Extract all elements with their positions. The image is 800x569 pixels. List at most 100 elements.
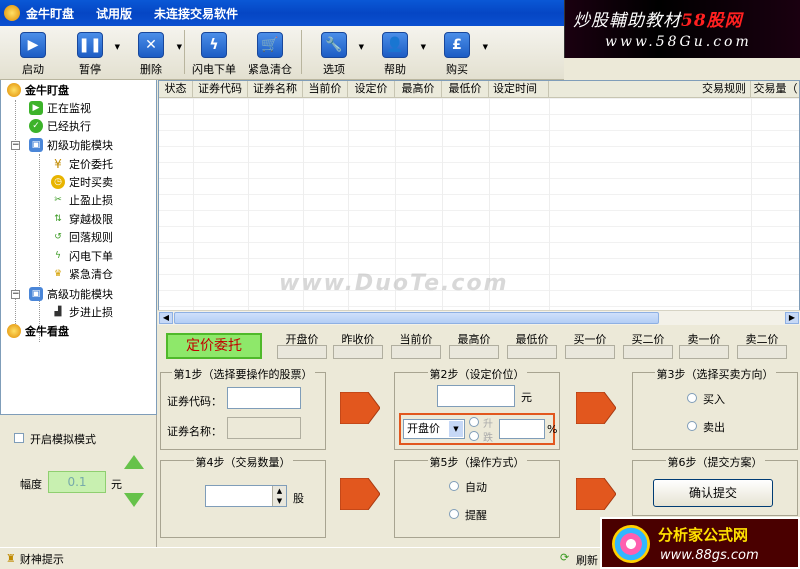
col-set-price[interactable]: 设定价 <box>348 81 395 97</box>
banner-ad[interactable]: 炒股輔助教材58股网 www.58Gu.com <box>564 0 800 58</box>
quote-box-prev-close <box>333 345 383 359</box>
tree-item-monitoring[interactable]: ▶ 正在监视 <box>29 99 91 117</box>
flash-order-button[interactable]: ϟ 闪电下单 <box>187 26 241 78</box>
refresh-icon[interactable]: ⟳ <box>560 551 569 564</box>
delete-dropdown-icon[interactable]: ▼ <box>177 43 182 51</box>
person-icon: 👤 <box>382 32 408 58</box>
quantity-stepper[interactable]: ▲ ▼ <box>205 485 287 507</box>
auto-label: 自动 <box>465 481 487 494</box>
tips-label[interactable]: 财神提示 <box>20 551 64 567</box>
increase-arrow-icon[interactable] <box>124 455 144 469</box>
sim-mode-checkbox[interactable] <box>14 433 24 443</box>
collapse-icon[interactable]: − <box>11 290 20 299</box>
simulation-panel: 开启模拟模式 幅度 0.1 元 <box>0 415 157 547</box>
code-label: 证券代码： <box>167 395 222 408</box>
refresh-label[interactable]: 刷新 <box>576 552 598 568</box>
step2-title: 第2步（设定价位） <box>427 368 527 381</box>
tree-item-step-stop-loss[interactable]: ▟ 步进止损 <box>51 303 113 321</box>
wrench-icon: 🔧 <box>321 32 347 58</box>
delete-icon: ✕ <box>138 32 164 58</box>
tree-item-timed-trade[interactable]: ◷ 定时买卖 <box>51 173 113 191</box>
range-input[interactable]: 0.1 <box>48 471 106 493</box>
tree-item-pullback-rule[interactable]: ↺ 回落规则 <box>51 228 113 246</box>
remind-radio[interactable] <box>449 509 459 519</box>
tree-group-advanced[interactable]: ▣ 高级功能模块 <box>29 285 113 303</box>
step4-title: 第4步（交易数量） <box>193 456 293 469</box>
tree-item-flash-order[interactable]: ϟ 闪电下单 <box>51 247 113 265</box>
quote-box-open <box>277 345 327 359</box>
tree-root-watch[interactable]: 金牛看盘 <box>7 322 69 340</box>
tree-item-executed[interactable]: ✓ 已经执行 <box>29 117 91 135</box>
help-button[interactable]: 👤 帮助 ▼ <box>364 26 426 78</box>
tree-item-emergency-clear[interactable]: ♛ 紧急清仓 <box>51 265 113 283</box>
auto-radio[interactable] <box>449 481 459 491</box>
quote-box-ask1 <box>679 345 729 359</box>
col-volume[interactable]: 交易量（ <box>751 81 799 97</box>
pause-button[interactable]: ❚❚ 暂停 ▼ <box>60 26 120 78</box>
decrease-arrow-icon[interactable] <box>124 493 144 507</box>
submit-button[interactable]: 确认提交 <box>653 479 773 507</box>
connection-status: 未连接交易软件 <box>154 6 239 21</box>
fall-radio[interactable] <box>469 431 479 441</box>
toolbar-separator <box>301 30 302 74</box>
ad-url: www.88gs.com <box>660 548 759 563</box>
banner-line1: 炒股輔助教材58股网 <box>573 11 743 31</box>
step3-panel: 第3步（选择买卖方向） 买入 卖出 <box>632 368 798 450</box>
price-input[interactable] <box>437 385 515 407</box>
quote-box-current <box>391 345 441 359</box>
col-code[interactable]: 证券代码 <box>193 81 248 97</box>
order-mode-button[interactable]: 定价委托 <box>166 333 262 359</box>
delete-button[interactable]: ✕ 删除 ▼ <box>120 26 182 78</box>
horizontal-scrollbar[interactable]: ◀ ▶ <box>158 310 800 325</box>
collapse-icon[interactable]: − <box>11 141 20 150</box>
toolbar: ▶ 启动 ❚❚ 暂停 ▼ ✕ 删除 ▼ ϟ 闪电下单 🛒 紧急清仓 🔧 选项 ▼… <box>0 26 564 80</box>
start-button[interactable]: ▶ 启动 <box>6 26 60 78</box>
price-base-select[interactable]: 开盘价 ▼ <box>403 419 465 439</box>
rise-radio[interactable] <box>469 417 479 427</box>
col-name[interactable]: 证券名称 <box>248 81 303 97</box>
col-rule[interactable]: 交易规则 <box>549 81 751 97</box>
pullback-icon: ↺ <box>51 230 65 244</box>
col-set-time[interactable]: 设定时间 <box>489 81 549 97</box>
tree-line <box>39 154 40 342</box>
buy-license-button[interactable]: £ 购买 ▼ <box>426 26 488 78</box>
emergency-clear-button[interactable]: 🛒 紧急清仓 <box>241 26 299 78</box>
tree-item-stop-profit-loss[interactable]: ✂ 止盈止损 <box>51 191 113 209</box>
tree-item-fixed-price[interactable]: ¥ 定价委托 <box>51 155 113 173</box>
stock-code-input[interactable] <box>227 387 301 409</box>
module-icon: ▣ <box>29 287 43 301</box>
col-high[interactable]: 最高价 <box>395 81 442 97</box>
options-button[interactable]: 🔧 选项 ▼ <box>304 26 364 78</box>
buy-dropdown-icon[interactable]: ▼ <box>483 43 488 51</box>
percent-sign: % <box>547 423 558 436</box>
bottom-ad[interactable]: 分析家公式网 www.88gs.com <box>600 517 800 569</box>
step3-title: 第3步（选择买卖方向） <box>654 368 776 381</box>
tree-root-monitor[interactable]: 金牛盯盘 <box>7 81 69 99</box>
col-current[interactable]: 当前价 <box>303 81 348 97</box>
step2-panel: 第2步（设定价位） 元 开盘价 ▼ 升 跌 % <box>394 368 560 450</box>
scroll-thumb[interactable] <box>174 312 659 324</box>
crown-icon: ♛ <box>51 267 65 281</box>
percent-stepper[interactable] <box>499 419 545 439</box>
quantity-unit: 股 <box>293 492 304 505</box>
col-low[interactable]: 最低价 <box>442 81 489 97</box>
function-tree: 金牛盯盘 ▶ 正在监视 ✓ 已经执行 − ▣ 初级功能模块 ¥ 定价委托 ◷ 定… <box>0 80 157 415</box>
arrow-right-icon <box>340 392 380 424</box>
sell-radio[interactable] <box>687 421 697 431</box>
step5-title: 第5步（操作方式） <box>427 456 527 469</box>
buy-radio[interactable] <box>687 393 697 403</box>
scissors-icon: ✂ <box>51 193 65 207</box>
scroll-left-icon[interactable]: ◀ <box>159 312 173 324</box>
col-status[interactable]: 状态 <box>159 81 193 97</box>
edition-label: 试用版 <box>96 6 133 21</box>
monitor-grid[interactable]: 状态 证券代码 证券名称 当前价 设定价 最高价 最低价 设定时间 交易规则 交… <box>158 80 800 325</box>
tree-group-basic[interactable]: ▣ 初级功能模块 <box>29 136 113 154</box>
scroll-right-icon[interactable]: ▶ <box>785 312 799 324</box>
grid-header: 状态 证券代码 证券名称 当前价 设定价 最高价 最低价 设定时间 交易规则 交… <box>159 81 799 98</box>
tree-item-cross-limit[interactable]: ⇅ 穿越极限 <box>51 210 113 228</box>
step1-title: 第1步（选择要操作的股票） <box>171 368 315 381</box>
app-icon <box>4 5 20 21</box>
remind-label: 提醒 <box>465 509 487 522</box>
gold-flower-icon <box>7 83 21 97</box>
watermark: www.DuoTe.com <box>279 271 509 296</box>
